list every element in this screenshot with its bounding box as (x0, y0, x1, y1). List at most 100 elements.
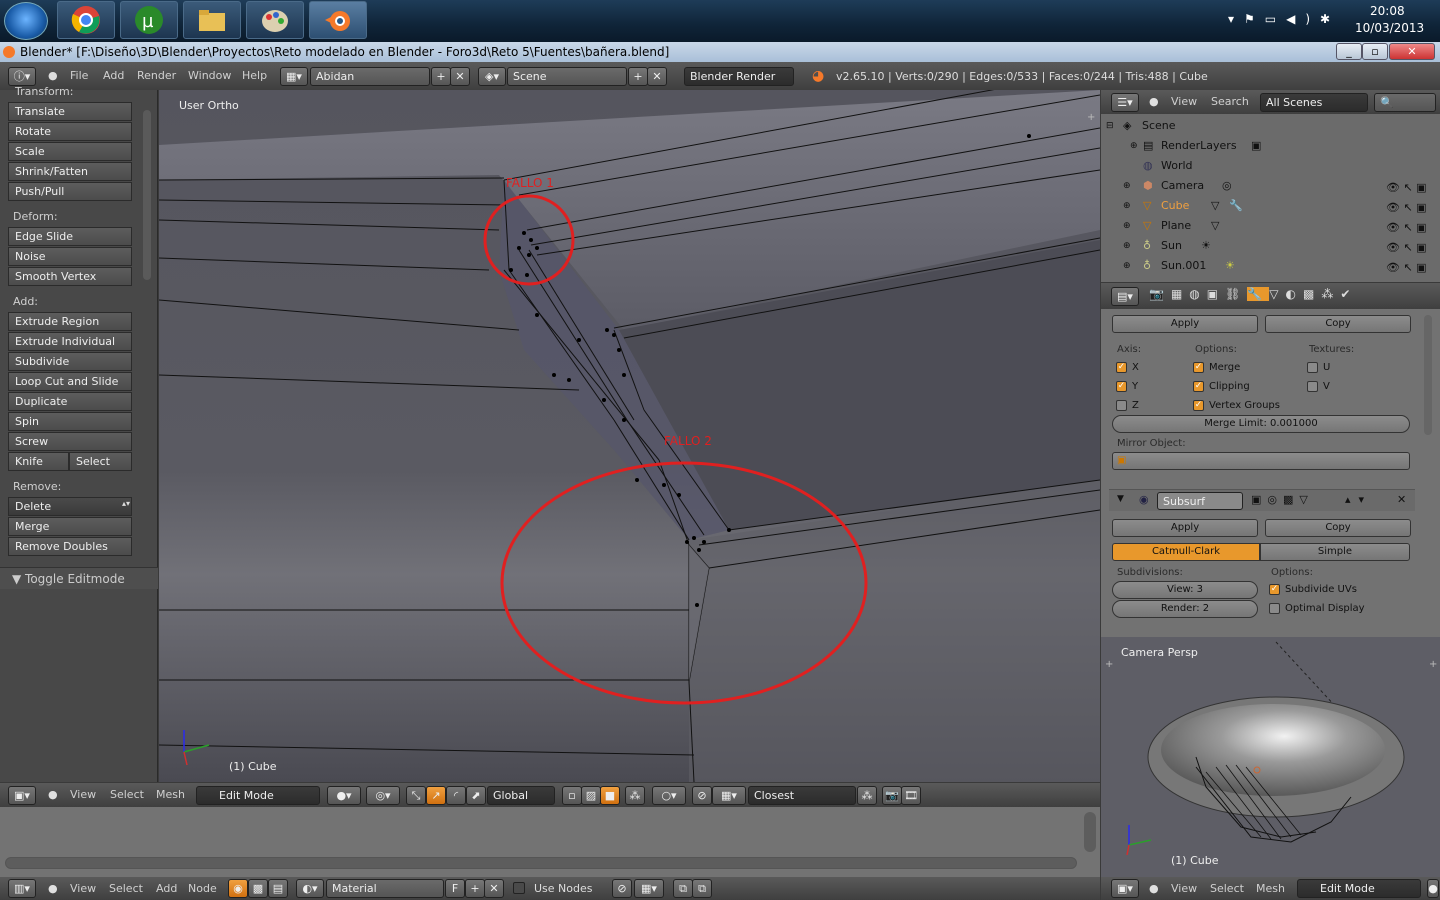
tray-icons[interactable]: ▾⚑▭◀)✱ (1228, 12, 1338, 28)
toolshelf-scrollbar[interactable] (143, 110, 151, 280)
outliner-search-field[interactable]: 🔍 (1374, 93, 1436, 112)
merge-button[interactable]: Merge (8, 517, 132, 536)
loop-cut-button[interactable]: Loop Cut and Slide (8, 372, 132, 391)
node-collapse-icon[interactable]: ● (48, 882, 58, 895)
node-snap-element-select[interactable]: ▦▾ (634, 879, 664, 898)
simple-button[interactable]: Simple (1260, 543, 1410, 561)
face-select-mode[interactable]: ■ (600, 786, 620, 805)
delete-menu-button[interactable]: Delete (8, 497, 132, 516)
node-snap-toggle[interactable]: ⊘ (612, 879, 632, 898)
node-editor-vscroll[interactable] (1084, 812, 1096, 852)
view3d-collapse-icon[interactable]: ● (48, 788, 58, 801)
knife-select-button[interactable]: Select (69, 452, 132, 471)
proportional-edit-select[interactable]: ○▾ (652, 786, 686, 805)
subsurf-header[interactable]: ▼ ◉ Subsurf ▣◎▩▽ ▴▾ ✕ (1109, 489, 1415, 511)
occlude-geometry-toggle[interactable]: ⁂ (625, 786, 645, 805)
axis-x-checkbox[interactable]: ✓ (1116, 362, 1127, 373)
viewport-shading-select[interactable]: ●▾ (327, 786, 361, 805)
knife-button[interactable]: Knife (8, 452, 69, 471)
opengl-render-image[interactable]: 📷 (882, 786, 902, 805)
snap-toggle[interactable]: ⊘ (692, 786, 712, 805)
outliner-menu-view[interactable]: View (1171, 91, 1197, 113)
translate-button[interactable]: Translate (8, 102, 132, 121)
mirror-object-field[interactable]: ▣ (1112, 452, 1410, 470)
translate-manipulator[interactable]: ↗ (426, 786, 446, 805)
edge-slide-button[interactable]: Edge Slide (8, 227, 132, 246)
node-menu-view[interactable]: View (70, 878, 96, 900)
editor-type-3dview-icon[interactable]: ▣▾ (8, 786, 36, 805)
taskbar-chrome[interactable] (57, 1, 115, 39)
view3d-menu-view[interactable]: View (70, 784, 96, 806)
merge-limit-field[interactable]: Merge Limit: 0.001000 (1112, 415, 1410, 433)
outliner-row-world[interactable]: ◍ World (1101, 156, 1440, 176)
axis-y-checkbox[interactable]: ✓ (1116, 381, 1127, 392)
rotate-button[interactable]: Rotate (8, 122, 132, 141)
catmull-clark-button[interactable]: Catmull-Clark (1112, 543, 1260, 561)
cam-collapse-icon[interactable]: ● (1149, 882, 1159, 895)
scene-field[interactable]: Scene (507, 67, 627, 86)
toggle-editmode-panel[interactable]: ▼ Toggle Editmode (0, 567, 158, 589)
collapse-menu-icon[interactable]: ● (48, 69, 58, 82)
noise-button[interactable]: Noise (8, 247, 132, 266)
editor-type-outliner-icon[interactable]: ☰▾ (1111, 93, 1139, 112)
material-name-field[interactable]: Material (326, 879, 444, 898)
remove-doubles-button[interactable]: Remove Doubles (8, 537, 132, 556)
delete-screen-button[interactable]: ✕ (450, 67, 470, 86)
shader-nodes-button[interactable]: ◉ (228, 879, 248, 898)
vertex-groups-checkbox[interactable]: ✓ (1193, 400, 1204, 411)
material-browse-button[interactable]: ◐▾ (296, 879, 324, 898)
texture-v-checkbox[interactable] (1307, 381, 1318, 392)
shrink-fatten-button[interactable]: Shrink/Fatten (8, 162, 132, 181)
outliner-display-select[interactable]: All Scenes (1260, 93, 1368, 112)
extrude-individual-button[interactable]: Extrude Individual (8, 332, 132, 351)
subdivide-uvs-checkbox[interactable]: ✓ (1269, 584, 1280, 595)
rotate-manipulator[interactable]: ◜ (446, 786, 466, 805)
smooth-vertex-button[interactable]: Smooth Vertex (8, 267, 132, 286)
subsurf-collapse-icon[interactable]: ▼ (1117, 494, 1124, 504)
scene-icon[interactable]: ◈▾ (478, 67, 506, 86)
node-menu-node[interactable]: Node (188, 878, 217, 900)
clipping-checkbox[interactable]: ✓ (1193, 381, 1204, 392)
node-paste-button[interactable]: ⧉ (692, 879, 712, 898)
outliner-collapse-icon[interactable]: ● (1149, 95, 1159, 108)
use-nodes-checkbox[interactable] (513, 882, 525, 894)
subsurf-display-toggles[interactable]: ▣◎▩▽ (1251, 493, 1314, 506)
3d-viewport[interactable]: User Ortho FALLO 1 FALLO 2 (1) Cube + (159, 90, 1100, 782)
editor-type-info-icon[interactable]: ⓘ▾ (8, 67, 36, 86)
delete-scene-button[interactable]: ✕ (647, 67, 667, 86)
optimal-display-checkbox[interactable] (1269, 603, 1280, 614)
screen-layout-field[interactable]: Abidan (310, 67, 430, 86)
menu-window[interactable]: Window (188, 65, 231, 87)
extrude-region-button[interactable]: Extrude Region (8, 312, 132, 331)
subsurf-apply-button[interactable]: Apply (1112, 519, 1258, 537)
axis-z-checkbox[interactable] (1116, 400, 1127, 411)
properties-context-tabs[interactable]: 📷▦◍▣⛓🔧▽◐▩⁂✔ (1149, 287, 1357, 301)
camera-viewport[interactable]: Camera Persp (1) Cube + + (1101, 637, 1440, 877)
cam-shading-select[interactable]: ● (1427, 879, 1439, 898)
node-editor[interactable] (0, 807, 1100, 877)
add-screen-button[interactable]: + (431, 67, 451, 86)
menu-help[interactable]: Help (242, 65, 267, 87)
pivot-point-select[interactable]: ◎▾ (366, 786, 400, 805)
node-copy-button[interactable]: ⧉ (673, 879, 693, 898)
fake-user-button[interactable]: F (445, 879, 465, 898)
edge-select-mode[interactable]: ▨ (581, 786, 601, 805)
node-menu-select[interactable]: Select (109, 878, 143, 900)
menu-file[interactable]: File (70, 65, 88, 87)
render-levels-field[interactable]: Render: 2 (1112, 600, 1258, 618)
scale-button[interactable]: Scale (8, 142, 132, 161)
manipulator-toggle[interactable]: ⤡ (406, 786, 426, 805)
unlink-material-button[interactable]: ✕ (484, 879, 504, 898)
taskbar-paint[interactable] (246, 1, 304, 39)
push-pull-button[interactable]: Push/Pull (8, 182, 132, 201)
properties-scrollbar[interactable] (1424, 315, 1432, 435)
screw-button[interactable]: Screw (8, 432, 132, 451)
viewport-corner-plus-icon[interactable]: + (1087, 112, 1095, 123)
outliner-menu-search[interactable]: Search (1211, 91, 1249, 113)
compositing-nodes-button[interactable]: ▤ (268, 879, 288, 898)
cam-mode-select[interactable]: Edit Mode (1297, 879, 1421, 898)
view-levels-field[interactable]: View: 3 (1112, 581, 1258, 599)
subsurf-name-field[interactable]: Subsurf (1157, 492, 1243, 510)
merge-checkbox[interactable]: ✓ (1193, 362, 1204, 373)
minimize-button[interactable]: _ (1336, 43, 1362, 60)
